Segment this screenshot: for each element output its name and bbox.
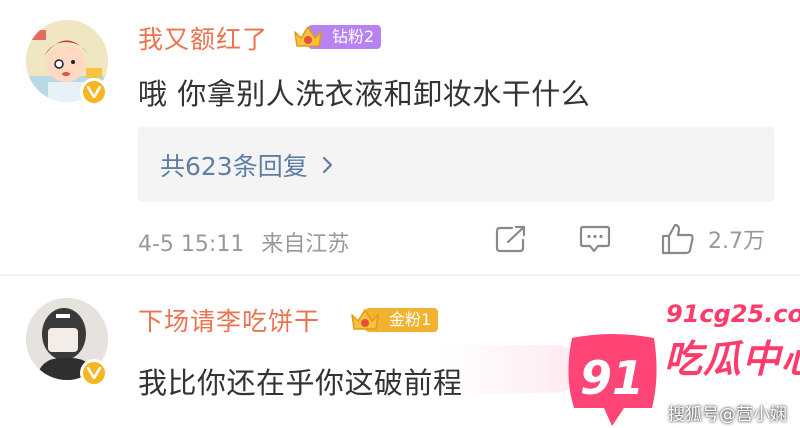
- crown-gold-icon: [351, 309, 379, 330]
- like-button[interactable]: 2.7万: [660, 222, 765, 256]
- comment-meta: 4-5 15:11 来自江苏: [138, 226, 349, 258]
- username[interactable]: 下场请李吃饼干: [138, 302, 320, 338]
- comment-icon: [579, 225, 611, 253]
- crown-diamond-icon: [294, 26, 322, 47]
- comment-divider: [0, 274, 800, 276]
- username[interactable]: 我又额红了: [138, 20, 268, 56]
- share-button[interactable]: [494, 224, 528, 254]
- like-count: 2.7万: [708, 229, 765, 254]
- comment-1: 我又额红了 钻粉2 哦 你拿别人洗衣液和卸妆水干什么 共623条回复 4-5 1…: [0, 0, 800, 274]
- watermark-logo-number: 91: [580, 351, 644, 405]
- view-replies-button[interactable]: 共623条回复: [138, 127, 774, 202]
- comment-button[interactable]: [578, 224, 612, 254]
- replies-count-label: 共623条回复: [160, 151, 308, 181]
- comment-text: 我比你还在乎你这破前程: [138, 366, 463, 400]
- share-icon: [495, 225, 526, 253]
- watermark-logo: 91: [562, 330, 662, 428]
- watermark-site: 91cg25.com: [666, 300, 800, 328]
- fan-badge[interactable]: 钻粉2: [292, 24, 382, 50]
- verified-badge-icon: [80, 78, 108, 106]
- comment-date: 4-5 15:11: [138, 232, 245, 257]
- fan-badge[interactable]: 金粉1: [349, 307, 439, 333]
- comment-location: 来自江苏: [261, 232, 350, 257]
- verified-badge-icon: [80, 359, 108, 387]
- thumbs-up-icon: [661, 223, 694, 255]
- chevron-right-icon: [322, 155, 334, 175]
- watermark-title: 吃瓜中心: [664, 337, 800, 381]
- comment-text: 哦 你拿别人洗衣液和卸妆水干什么: [138, 77, 591, 111]
- watermark-source: 搜狐号@营小娴: [668, 405, 787, 425]
